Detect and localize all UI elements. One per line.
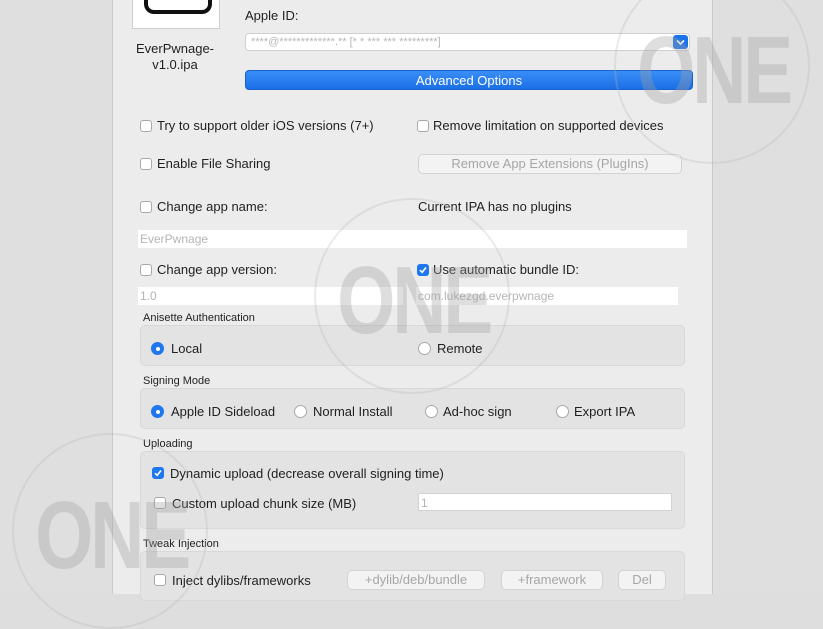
auto-bundle-label: Use automatic bundle ID: [433, 262, 579, 277]
sideload-radio[interactable] [151, 405, 164, 418]
anisette-local-radio[interactable] [151, 342, 164, 355]
normal-install-label: Normal Install [313, 404, 393, 419]
signing-mode-title: Signing Mode [143, 375, 211, 387]
dynamic-upload-label: Dynamic upload (decrease overall signing… [170, 466, 444, 481]
older-ios-label: Try to support older iOS versions (7+) [157, 118, 374, 133]
apple-id-combobox[interactable]: ****@*************.** [* * *** *** *****… [245, 33, 690, 51]
anisette-local-label: Local [171, 341, 203, 356]
apple-id-label: Apple ID: [245, 8, 299, 23]
delete-button[interactable]: Del [618, 570, 666, 590]
advanced-options-button[interactable]: Advanced Options [245, 70, 693, 90]
inject-label: Inject dylibs/frameworks [172, 573, 311, 588]
sideload-label: Apple ID Sideload [171, 404, 276, 419]
add-framework-button[interactable]: +framework [501, 570, 603, 590]
background-left [0, 0, 112, 594]
checkmark-icon [419, 267, 427, 274]
file-sharing-label: Enable File Sharing [157, 156, 271, 171]
app-icon-glyph [144, 0, 212, 14]
anisette-title: Anisette Authentication [143, 312, 255, 324]
plugins-status-text: Current IPA has no plugins [418, 199, 572, 214]
chunk-size-input[interactable]: 1 [418, 493, 672, 511]
adhoc-label: Ad-hoc sign [443, 404, 512, 419]
file-sharing-checkbox[interactable] [140, 158, 152, 170]
change-version-label: Change app version: [157, 262, 277, 277]
anisette-group [140, 325, 685, 366]
normal-install-radio[interactable] [294, 405, 307, 418]
app-filename: EverPwnage- v1.0.ipa [135, 41, 215, 72]
app-version-input[interactable]: 1.0 [138, 287, 403, 305]
checkmark-icon [154, 470, 162, 477]
bundle-id-input[interactable]: com.lukezgd.everpwnage [416, 287, 678, 305]
apple-id-value: ****@*************.** [* * *** *** *****… [251, 36, 441, 48]
anisette-remote-radio[interactable] [418, 342, 431, 355]
anisette-remote-label: Remote [437, 341, 483, 356]
background-right [711, 0, 823, 594]
signing-panel: EverPwnage- v1.0.ipa Apple ID: ****@****… [112, 0, 713, 601]
adhoc-radio[interactable] [425, 405, 438, 418]
remove-limitation-checkbox[interactable] [417, 120, 429, 132]
export-ipa-radio[interactable] [556, 405, 569, 418]
custom-chunk-checkbox[interactable] [154, 497, 166, 509]
inject-checkbox[interactable] [154, 574, 166, 586]
uploading-title: Uploading [143, 438, 193, 450]
uploading-group [140, 451, 685, 529]
auto-bundle-checkbox[interactable] [417, 264, 429, 276]
remove-limitation-label: Remove limitation on supported devices [433, 118, 664, 133]
change-name-checkbox[interactable] [140, 201, 152, 213]
app-name-input[interactable]: EverPwnage [138, 230, 687, 248]
remove-app-extensions-button[interactable]: Remove App Extensions (PlugIns) [418, 154, 682, 174]
tweak-injection-title: Tweak Injection [143, 538, 219, 550]
app-icon [132, 0, 220, 29]
change-name-label: Change app name: [157, 199, 268, 214]
change-version-checkbox[interactable] [140, 264, 152, 276]
dynamic-upload-checkbox[interactable] [152, 467, 164, 479]
custom-chunk-label: Custom upload chunk size (MB) [172, 496, 357, 511]
add-dylib-button[interactable]: +dylib/deb/bundle [347, 570, 485, 590]
older-ios-checkbox[interactable] [140, 120, 152, 132]
chevron-down-icon[interactable] [673, 35, 688, 49]
export-ipa-label: Export IPA [574, 404, 636, 419]
